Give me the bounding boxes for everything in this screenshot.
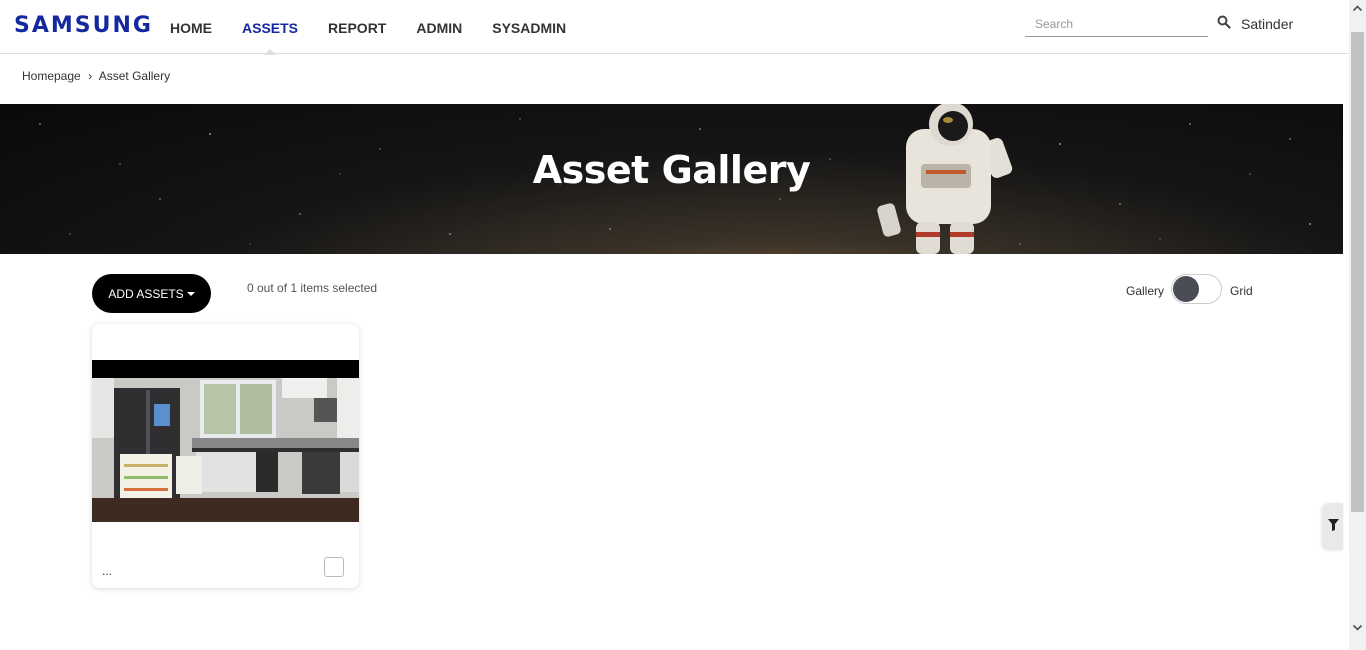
scroll-down-arrow-icon[interactable] (1352, 622, 1363, 633)
scroll-up-arrow-icon[interactable] (1352, 3, 1363, 14)
caret-down-icon (186, 292, 195, 297)
breadcrumb-current: Asset Gallery (98, 69, 171, 83)
nav-sysadmin[interactable]: SYSADMIN (492, 0, 566, 54)
filter-icon[interactable] (1328, 519, 1339, 531)
view-label-grid: Grid (1230, 284, 1253, 298)
samsung-logo[interactable]: SAMSUNG (14, 13, 153, 38)
nav-report[interactable]: REPORT (328, 0, 386, 54)
view-label-gallery: Gallery (1126, 284, 1165, 298)
scroll-thumb[interactable] (1351, 32, 1364, 512)
asset-thumbnail[interactable] (92, 378, 359, 522)
breadcrumb-home[interactable]: Homepage (22, 69, 81, 83)
card-image-letterbox (92, 360, 359, 378)
breadcrumb-separator: › (88, 69, 93, 83)
top-navbar: SAMSUNG HOME ASSETS REPORT ADMIN SYSADMI… (0, 0, 1349, 55)
banner-title: Asset Gallery (532, 148, 811, 192)
add-assets-label: ADD ASSETS (108, 286, 184, 301)
search-input[interactable] (1025, 12, 1208, 37)
main-nav: HOME ASSETS REPORT ADMIN SYSADMIN (170, 0, 596, 55)
toggle-knob (1173, 276, 1199, 302)
add-assets-button[interactable]: ADD ASSETS (92, 274, 211, 313)
nav-admin[interactable]: ADMIN (416, 0, 462, 54)
page-scrollbar[interactable] (1349, 0, 1366, 650)
filter-panel-tab[interactable] (1323, 503, 1343, 549)
nav-assets[interactable]: ASSETS (242, 0, 298, 55)
nav-home[interactable]: HOME (170, 0, 212, 54)
view-toggle[interactable] (1171, 274, 1222, 304)
selection-status: 0 out of 1 items selected (247, 281, 378, 295)
breadcrumb: Homepage › Asset Gallery (22, 69, 174, 83)
user-name[interactable]: Satinder (1241, 16, 1293, 32)
search-icon[interactable] (1217, 15, 1231, 29)
hero-banner: Asset Gallery (0, 104, 1343, 254)
asset-select-checkbox[interactable] (324, 557, 344, 577)
asset-title[interactable]: ... (102, 564, 112, 578)
asset-card[interactable]: ... (92, 324, 359, 588)
